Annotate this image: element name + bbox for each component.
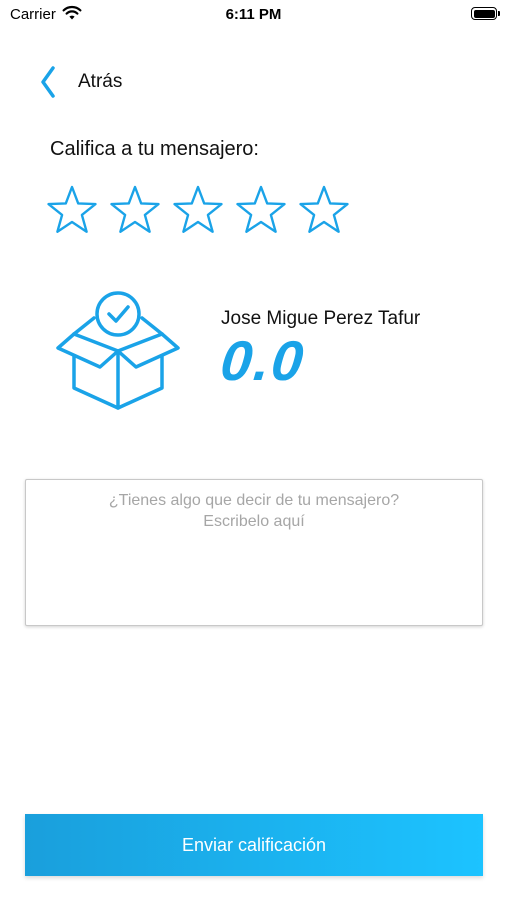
chevron-left-icon: [41, 66, 55, 98]
rating-title: Califica a tu mensajero:: [50, 138, 259, 160]
star-icon-5[interactable]: [298, 184, 350, 236]
comment-input[interactable]: [25, 479, 483, 626]
status-bar: Carrier 6:11 PM: [0, 0, 507, 30]
package-check-icon: [56, 291, 180, 410]
star-icon-1[interactable]: [46, 184, 98, 236]
star-icon-3[interactable]: [172, 184, 224, 236]
status-time: 6:11 PM: [225, 6, 282, 23]
star-rating[interactable]: [46, 184, 361, 236]
star-icon-4[interactable]: [235, 184, 287, 236]
back-button[interactable]: Atrás: [40, 60, 122, 104]
star-icon-2[interactable]: [109, 184, 161, 236]
battery-icon: [471, 7, 500, 20]
back-label: Atrás: [78, 71, 123, 92]
rating-score: 0.0: [217, 329, 309, 392]
courier-name: Jose Migue Perez Tafur: [221, 308, 421, 329]
submit-rating-button[interactable]: Enviar calificación: [25, 814, 483, 876]
